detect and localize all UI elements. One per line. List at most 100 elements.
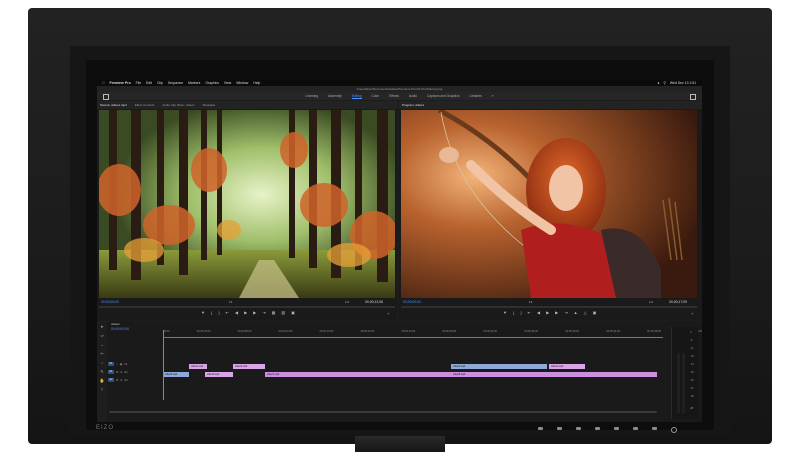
step-back-icon[interactable]: ◀ [235, 311, 238, 315]
program-scrub-bar[interactable] [401, 306, 697, 308]
workspace-tab-captions[interactable]: Captions and Graphics [427, 94, 459, 98]
timeline-workarea[interactable] [163, 337, 663, 338]
source-zoom-select[interactable]: 1/2 [345, 300, 349, 304]
menu-file[interactable]: File [136, 81, 141, 85]
tab-audio-clip-mixer[interactable]: Audio Clip Mixer: video1 [162, 103, 194, 107]
search-icon[interactable]: ⚲ [663, 81, 665, 85]
play-icon[interactable]: ▶ [546, 311, 549, 315]
monitor-button[interactable] [633, 427, 638, 430]
mute-icon[interactable]: M [116, 378, 118, 382]
program-fit-select[interactable]: Fit [529, 300, 532, 304]
program-video-archer[interactable] [401, 110, 697, 298]
tab-source[interactable]: Source: video1.mp4 [100, 103, 127, 107]
solo-icon[interactable]: S [120, 378, 122, 382]
menu-edit[interactable]: Edit [146, 81, 152, 85]
timeline-tab[interactable]: video1 [111, 322, 120, 326]
source-video-forest[interactable] [99, 110, 395, 298]
timeline-clip[interactable]: video7.mp4 [265, 372, 451, 377]
track-header-v1[interactable]: V1 □ ◉ V1 [108, 361, 162, 366]
monitor-button[interactable] [538, 427, 543, 430]
workspace-tab-editing[interactable]: Editing [351, 94, 362, 99]
mark-in-icon[interactable]: { [513, 311, 514, 315]
workspace-more-icon[interactable]: » [492, 94, 494, 98]
tab-effect-controls[interactable]: Effect Controls [135, 103, 155, 107]
monitor-button[interactable] [595, 427, 600, 430]
ripple-edit-icon[interactable]: ↔ [100, 343, 104, 347]
track-target-a2[interactable]: A2 [108, 377, 114, 382]
lift-icon[interactable]: ▲ [574, 311, 578, 315]
menu-window[interactable]: Window [236, 81, 248, 85]
workspace-tab-libraries[interactable]: Libraries [469, 94, 481, 98]
program-add-button-icon[interactable]: + [691, 311, 693, 316]
timeline-clip[interactable]: video2.mp4 [233, 364, 265, 369]
marker-icon[interactable]: ▼ [201, 311, 205, 315]
play-icon[interactable]: ▶ [244, 311, 247, 315]
overwrite-icon[interactable]: ▧ [281, 311, 285, 315]
export-frame-icon[interactable]: ▣ [291, 311, 295, 315]
slip-tool-icon[interactable]: ⇔ [100, 361, 104, 365]
export-frame-icon[interactable]: ▣ [593, 311, 597, 315]
mark-out-icon[interactable]: } [520, 311, 521, 315]
mute-icon[interactable]: M [116, 370, 118, 374]
wifi-icon[interactable]: ● [657, 81, 659, 85]
workspace-tab-assembly[interactable]: Assembly [328, 94, 342, 98]
home-icon[interactable] [103, 94, 109, 100]
source-add-button-icon[interactable]: + [387, 311, 389, 316]
timeline-clip[interactable]: video4.mp4 [549, 364, 585, 369]
mark-in-icon[interactable]: { [211, 311, 212, 315]
razor-tool-icon[interactable]: ✂ [100, 352, 103, 356]
monitor-buttons[interactable] [538, 427, 677, 433]
menubar-clock[interactable]: Wed Dec 13 1:51 [670, 81, 696, 85]
monitor-button[interactable] [652, 427, 657, 430]
tab-metadata[interactable]: Metadata [203, 103, 216, 107]
hand-tool-icon[interactable]: ✋ [100, 379, 105, 383]
menu-markers[interactable]: Markers [188, 81, 200, 85]
track-select-icon[interactable]: ⇒ [100, 334, 103, 338]
extract-icon[interactable]: △ [584, 311, 587, 315]
monitor-button[interactable] [557, 427, 562, 430]
playhead[interactable] [163, 330, 164, 400]
program-timecode[interactable]: 00;00;00;00 [403, 300, 421, 304]
monitor-button[interactable] [614, 427, 619, 430]
timeline-clip[interactable]: video1.mp4 [189, 364, 207, 369]
apple-icon[interactable]:  [102, 81, 105, 85]
step-forward-icon[interactable]: ▶ [555, 311, 558, 315]
selection-tool-icon[interactable]: ➤ [100, 325, 103, 329]
pen-tool-icon[interactable]: ✎ [100, 370, 103, 374]
program-zoom-select[interactable]: 1/2 [649, 300, 653, 304]
marker-icon[interactable]: ▼ [503, 311, 507, 315]
source-timecode[interactable]: 00;00;00;00 [101, 300, 119, 304]
workspace-tab-color[interactable]: Color [372, 94, 380, 98]
share-icon[interactable] [690, 94, 696, 100]
monitor-button[interactable] [576, 427, 581, 430]
track-header-a2[interactable]: A2 M S A2 [108, 377, 162, 382]
menu-app[interactable]: Premiere Pro [110, 81, 131, 85]
mark-out-icon[interactable]: } [218, 311, 219, 315]
go-to-out-icon[interactable]: ⇥ [262, 311, 265, 315]
menu-help[interactable]: Help [253, 81, 260, 85]
go-to-in-icon[interactable]: ⇤ [226, 311, 229, 315]
track-header-a1[interactable]: A1 M S A1 [108, 369, 162, 374]
menu-view[interactable]: View [224, 81, 231, 85]
insert-icon[interactable]: ▦ [272, 311, 276, 315]
lock-icon[interactable]: □ [116, 362, 118, 366]
source-scrub-bar[interactable] [99, 306, 395, 308]
go-to-out-icon[interactable]: ⇥ [564, 311, 567, 315]
menu-clip[interactable]: Clip [157, 81, 163, 85]
eye-icon[interactable]: ◉ [120, 362, 122, 366]
workspace-tab-audio[interactable]: Audio [409, 94, 417, 98]
tab-program[interactable]: Program: video1 [402, 103, 424, 107]
timeline-timecode[interactable]: 00;00;00;00 [111, 327, 129, 331]
timeline-ruler[interactable]: 00;00 00;00;04;00 00;00;08;00 00;00;12;0… [163, 330, 702, 336]
timeline-scrollbar[interactable] [109, 411, 657, 413]
type-tool-icon[interactable]: T [101, 388, 103, 392]
menu-graphics[interactable]: Graphics [205, 81, 219, 85]
timeline-clip[interactable]: video5.mp4 [163, 372, 189, 377]
menu-sequence[interactable]: Sequence [168, 81, 183, 85]
timeline-clip[interactable]: video3.mp4 [451, 364, 547, 369]
power-button[interactable] [671, 427, 677, 433]
workspace-tab-effects[interactable]: Effects [389, 94, 399, 98]
workspace-tab-learning[interactable]: Learning [306, 94, 318, 98]
solo-icon[interactable]: S [120, 370, 122, 374]
track-target-v1[interactable]: V1 [108, 361, 114, 366]
